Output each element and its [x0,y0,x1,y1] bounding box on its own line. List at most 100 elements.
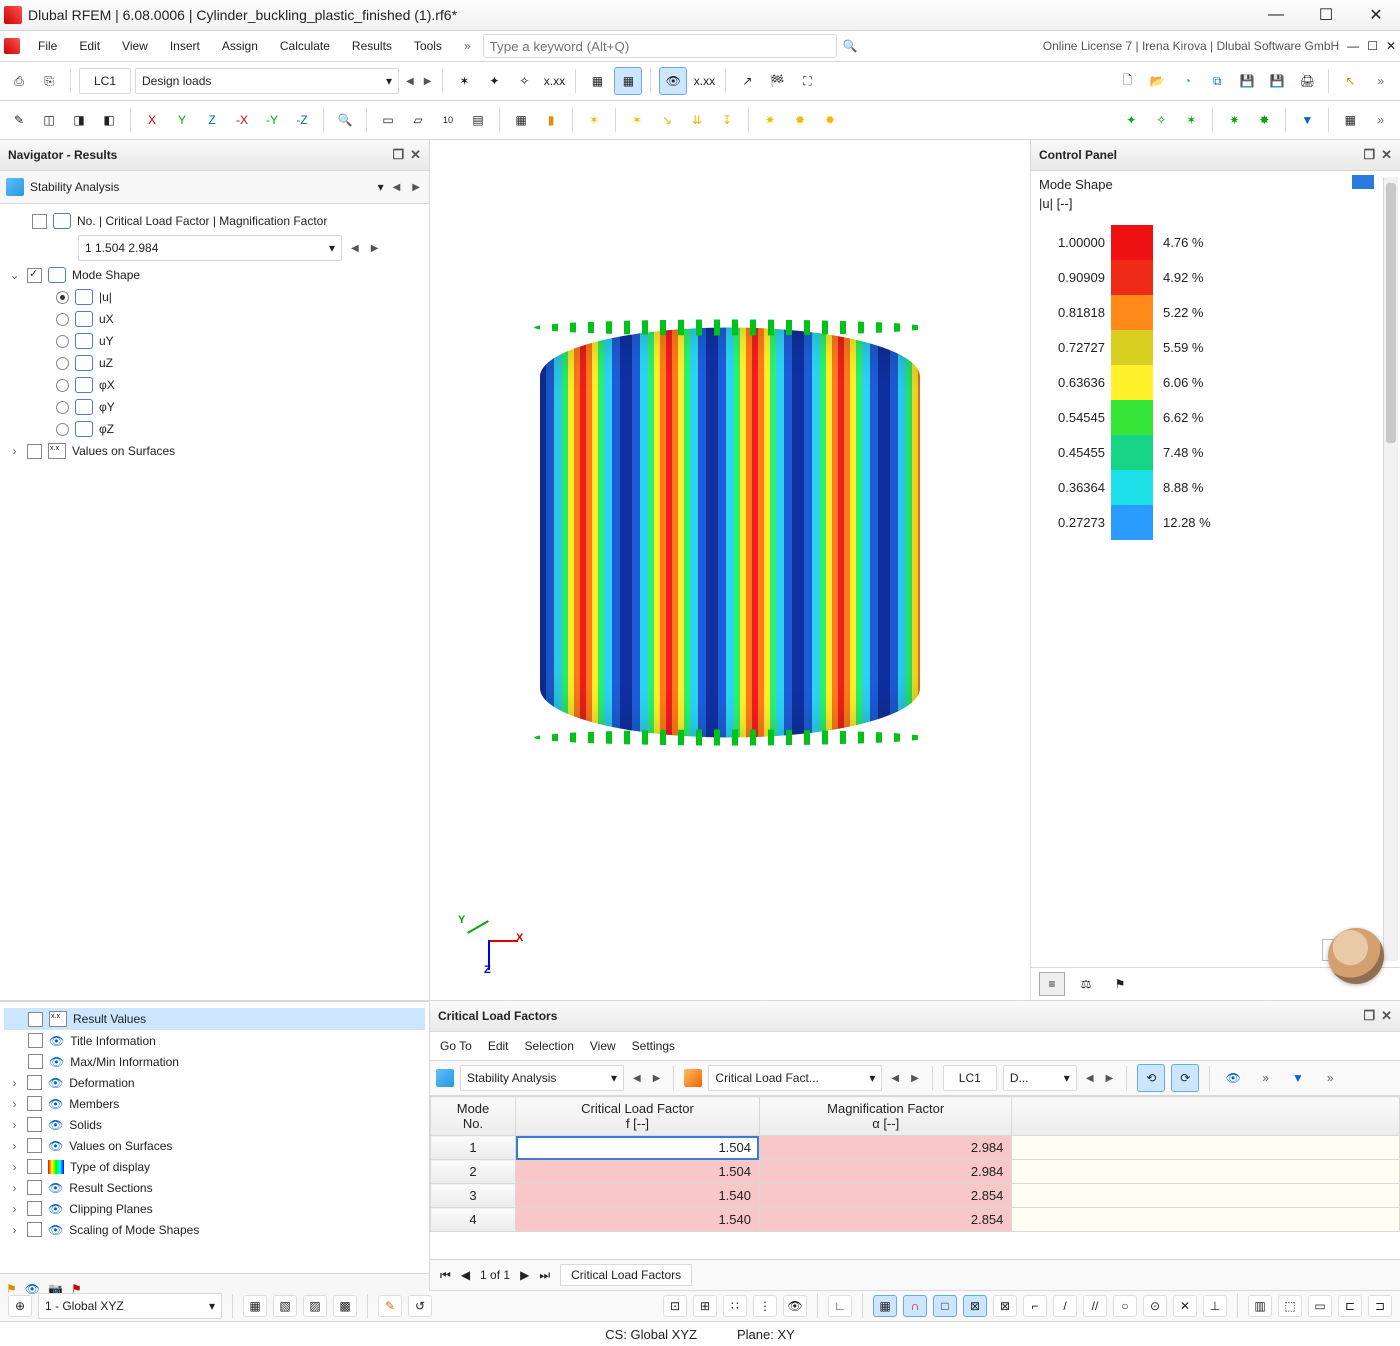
tool-icon[interactable]: ✦ [481,68,507,94]
legend-tab-settings-icon[interactable]: ⚑ [1107,972,1133,996]
menu-results[interactable]: Results [342,35,402,57]
menu-assign[interactable]: Assign [212,35,268,57]
render-icon[interactable]: ▱ [405,107,431,133]
tree-label[interactable]: Deformation [69,1076,134,1090]
next-button[interactable]: ▶ [1103,1073,1117,1084]
navigator-tree[interactable]: No. | Critical Load Factor | Magnificati… [0,204,429,1000]
tool-icon[interactable]: ⎘ [36,68,62,94]
tree-label[interactable]: |u| [99,290,112,304]
tool-icon[interactable]: 🏁 [764,68,790,94]
snap-icon[interactable]: / [1053,1295,1077,1317]
prev-button[interactable]: ◀ [390,182,404,193]
prev-button[interactable]: ◀ [888,1073,902,1084]
tool-icon[interactable]: x.xx [691,68,717,94]
last-page-button[interactable]: ⏭ [539,1268,550,1283]
tree-label[interactable]: Title Information [70,1034,156,1048]
clf-table[interactable]: Mode No. Critical Load Factor f [--] Mag… [430,1096,1400,1232]
snap-icon[interactable]: ∷ [723,1295,747,1317]
load-icon[interactable]: ⇊ [684,107,710,133]
status-tool-icon[interactable]: ▩ [333,1295,357,1317]
cs-combo[interactable]: 1 - Global XYZ▾ [38,1293,222,1319]
model-viewport[interactable]: X Y Z [430,140,1030,1000]
clf-menu-edit[interactable]: Edit [488,1039,509,1053]
print-icon[interactable]: 🖨 [1294,68,1320,94]
tool-icon[interactable]: x.xx [541,68,567,94]
support-icon[interactable]: ✸ [1251,107,1277,133]
tool-icon[interactable]: ⛶ [794,68,820,94]
snap-icon[interactable]: ⊏ [1338,1295,1362,1317]
snap-icon[interactable]: 👁 [783,1295,807,1317]
next-button[interactable]: ▶ [368,243,382,254]
snap-icon[interactable]: ⬚ [1278,1295,1302,1317]
snap-grid-icon[interactable]: ▦ [873,1295,897,1317]
tree-label[interactable]: Scaling of Mode Shapes [69,1223,199,1237]
tool-icon[interactable]: ⎙ [6,68,32,94]
clf-menu-settings[interactable]: Settings [632,1039,675,1053]
tool-icon[interactable]: ↗ [734,68,760,94]
view-iso-icon[interactable]: ◨ [66,107,92,133]
restore-icon[interactable]: ❐ [1363,1008,1375,1024]
support-icon[interactable]: ✧ [1148,107,1174,133]
filter-icon[interactable]: ▼ [1294,107,1320,133]
render-icon[interactable]: ▤ [465,107,491,133]
loadcase-id[interactable]: LC1 [79,68,131,94]
tool-icon[interactable]: ▦ [614,67,642,95]
close-button[interactable]: ✕ [1356,1,1396,29]
maximize-button[interactable]: ☐ [1306,1,1346,29]
menu-overflow-icon[interactable]: » [454,39,481,53]
snap-icon[interactable]: ⊙ [1143,1295,1167,1317]
tree-label[interactable]: φX [99,378,115,392]
tree-label[interactable]: uY [99,334,114,348]
clf-tab[interactable]: Critical Load Factors [560,1264,692,1286]
mesh-icon[interactable]: ▮ [538,107,564,133]
snap-icon[interactable]: ⊐ [1368,1295,1392,1317]
next-loadcase-button[interactable]: ▶ [421,76,435,87]
clf-tool-icon[interactable]: 👁 [1220,1065,1246,1091]
snap-icon[interactable]: ▭ [1308,1295,1332,1317]
snap-icon[interactable]: ⊥ [1203,1295,1227,1317]
cloud-icon[interactable]: ◔ [1174,68,1200,94]
next-page-button[interactable]: ▶ [520,1268,529,1282]
tree-label[interactable]: φZ [99,422,114,436]
factor-combo[interactable]: 1 1.504 2.984▾ [78,235,342,261]
col-mode[interactable]: Mode No. [431,1097,516,1136]
clf-menu-view[interactable]: View [590,1039,616,1053]
status-tool-icon[interactable]: ▨ [303,1295,327,1317]
axis-negy-icon[interactable]: -Y [259,107,285,133]
tree-label[interactable]: uZ [99,356,113,370]
col-alpha[interactable]: Magnification Factor α [--] [759,1097,1011,1136]
overflow-icon[interactable]: » [1317,1071,1344,1085]
table-row[interactable]: 21.5042.984 [431,1160,1400,1184]
clf-menu-goto[interactable]: Go To [440,1039,472,1053]
load-icon[interactable]: ✹ [817,107,843,133]
filter-icon[interactable]: ▼ [1285,1065,1311,1091]
tree-label[interactable]: φY [99,400,115,414]
toolbar-overflow-icon[interactable]: » [1367,74,1394,88]
snap-icon[interactable]: ⊠ [993,1295,1017,1317]
tree-label[interactable]: Result Values [73,1012,146,1026]
ruler-icon[interactable]: 10 [435,107,461,133]
tool-icon[interactable]: ▦ [584,68,610,94]
new-file-icon[interactable]: 🗋 [1114,68,1140,94]
prev-button[interactable]: ◀ [348,243,362,254]
tree-label[interactable]: uX [99,312,114,326]
clf-tool-icon[interactable]: ⟲ [1137,1064,1165,1092]
collapse-icon[interactable]: ⌄ [8,268,21,282]
table-row[interactable]: 31.5402.854 [431,1184,1400,1208]
table-row[interactable]: 41.5402.854 [431,1208,1400,1232]
menu-file[interactable]: File [28,35,67,57]
status-tool-icon[interactable]: ▧ [273,1295,297,1317]
next-button[interactable]: ▶ [409,182,423,193]
snap-magnet-icon[interactable]: ∩ [903,1295,927,1317]
snap-icon[interactable]: ▥ [1248,1295,1272,1317]
tree-label[interactable]: Type of display [70,1160,150,1174]
assistant-avatar-icon[interactable] [1328,928,1384,984]
snap-icon[interactable]: ⊠ [963,1295,987,1317]
render-icon[interactable]: ▭ [375,107,401,133]
select-icon[interactable]: ↖ [1337,68,1363,94]
menu-tools[interactable]: Tools [404,35,452,57]
snap-icon[interactable]: ⋮ [753,1295,777,1317]
close-panel-icon[interactable]: ✕ [1381,147,1392,163]
status-tool-icon[interactable]: ✎ [378,1295,402,1317]
expand-icon[interactable]: › [8,444,21,458]
